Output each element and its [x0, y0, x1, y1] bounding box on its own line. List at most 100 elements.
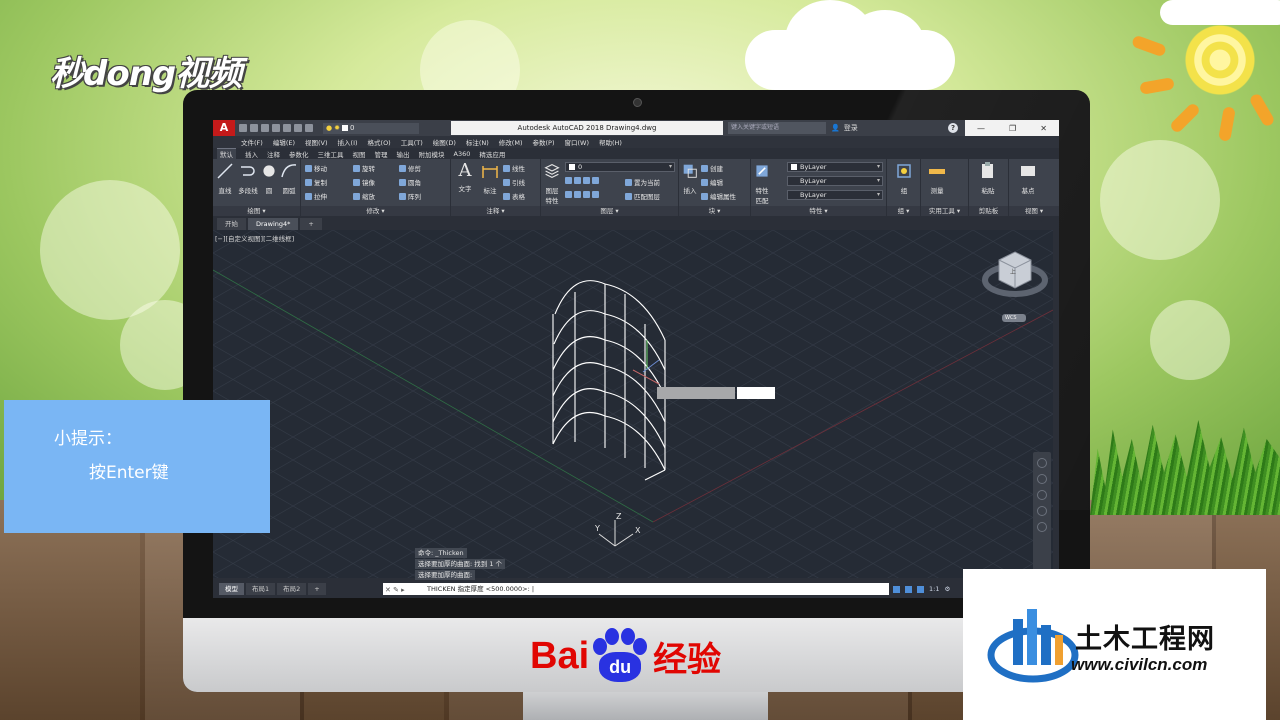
annotation-visibility-icon[interactable]: [905, 585, 912, 593]
menu-insert[interactable]: 插入(I): [338, 137, 358, 147]
base-tool[interactable]: 基点: [1017, 161, 1039, 195]
layer-off-icon[interactable]: [565, 177, 572, 184]
pan-icon[interactable]: [1037, 474, 1047, 484]
table-tool[interactable]: 表格: [503, 191, 525, 201]
draw-panel-label[interactable]: 绘图 ▾: [213, 206, 300, 216]
redo-icon[interactable]: [305, 124, 313, 132]
layer-lock-icon[interactable]: [592, 177, 599, 184]
menu-draw[interactable]: 绘图(D): [433, 137, 456, 147]
menu-dimension[interactable]: 标注(N): [466, 137, 489, 147]
dynamic-input-field[interactable]: [737, 387, 775, 399]
trim-tool[interactable]: 修剪: [399, 163, 421, 173]
line-tool[interactable]: 直线: [215, 161, 235, 195]
layer-properties-tool[interactable]: 图层特性: [544, 161, 560, 205]
saveas-icon[interactable]: [272, 124, 280, 132]
layer-unisolate-icon[interactable]: [565, 191, 572, 198]
set-current-tool[interactable]: 置为当前: [625, 177, 660, 187]
menu-modify[interactable]: 修改(M): [499, 137, 523, 147]
lineweight-dropdown[interactable]: ByLayer: [787, 190, 883, 200]
showmotion-icon[interactable]: [1037, 522, 1047, 532]
group-tool[interactable]: 组: [893, 161, 915, 195]
tab-annotate[interactable]: 注释: [267, 149, 280, 159]
minimize-button[interactable]: —: [977, 124, 985, 133]
arc-tool[interactable]: 圆弧: [279, 161, 299, 195]
linetype-dropdown[interactable]: ByLayer: [787, 176, 883, 186]
layer-freeze-icon[interactable]: [583, 177, 590, 184]
color-dropdown[interactable]: ByLayer: [787, 162, 883, 172]
properties-panel-label[interactable]: 特性 ▾: [751, 206, 886, 216]
mirror-tool[interactable]: 镜像: [353, 177, 375, 187]
leader-tool[interactable]: 引线: [503, 177, 525, 187]
utilities-panel-label[interactable]: 实用工具 ▾: [921, 206, 968, 216]
scale-tool[interactable]: 缩放: [353, 191, 375, 201]
tab-featured-apps[interactable]: 精选应用: [479, 149, 505, 159]
stretch-tool[interactable]: 拉伸: [305, 191, 327, 201]
drawing-tab[interactable]: Drawing4*: [248, 218, 299, 230]
viewport-controls-label[interactable]: [−][自定义视图][二维线框]: [215, 233, 294, 243]
close-button[interactable]: ✕: [1040, 124, 1047, 133]
scale-value[interactable]: 1:1: [929, 585, 939, 593]
menu-file[interactable]: 文件(F): [241, 137, 263, 147]
block-panel-label[interactable]: 块 ▾: [679, 206, 750, 216]
tab-manage[interactable]: 管理: [375, 149, 388, 159]
rotate-tool[interactable]: 旋转: [353, 163, 375, 173]
linear-tool[interactable]: 线性: [503, 163, 525, 173]
menu-parametric[interactable]: 参数(P): [532, 137, 554, 147]
edit-block-tool[interactable]: 编辑: [701, 177, 723, 187]
measure-tool[interactable]: 测量: [925, 161, 949, 195]
clipboard-panel-label[interactable]: 剪贴板: [969, 206, 1008, 216]
paste-tool[interactable]: 粘贴: [977, 161, 999, 195]
text-tool[interactable]: A 文字: [454, 161, 476, 194]
print-icon[interactable]: [283, 124, 291, 132]
tab-addins[interactable]: 附加模块: [419, 149, 445, 159]
menu-tools[interactable]: 工具(T): [401, 137, 423, 147]
tab-parametric[interactable]: 参数化: [289, 149, 309, 159]
layers-panel-label[interactable]: 图层 ▾: [541, 206, 678, 216]
layer-unlock-icon[interactable]: [583, 191, 590, 198]
model-tab[interactable]: 模型: [219, 583, 244, 595]
menu-view[interactable]: 视图(V): [305, 137, 328, 147]
annotation-panel-label[interactable]: 注释 ▾: [451, 206, 540, 216]
tab-3d-tools[interactable]: 三维工具: [318, 149, 344, 159]
save-icon[interactable]: [261, 124, 269, 132]
steering-wheel-icon[interactable]: [1037, 458, 1047, 468]
add-layout-button[interactable]: +: [308, 583, 326, 595]
layer-dropdown[interactable]: 0: [565, 162, 675, 172]
quick-layer-dropdown[interactable]: ● ✹ 0: [323, 122, 419, 134]
fillet-tool[interactable]: 圆角: [399, 177, 421, 187]
tab-default[interactable]: 默认: [217, 148, 236, 159]
auto-scale-icon[interactable]: [917, 585, 924, 593]
menu-help[interactable]: 帮助(H): [599, 137, 622, 147]
layout1-tab[interactable]: 布局1: [246, 583, 276, 595]
help-icon[interactable]: ?: [948, 123, 958, 133]
wcs-label[interactable]: WCS: [1005, 315, 1017, 321]
layer-isolate-icon[interactable]: [574, 177, 581, 184]
layout2-tab[interactable]: 布局2: [277, 583, 307, 595]
menu-edit[interactable]: 编辑(E): [273, 137, 295, 147]
modify-panel-label[interactable]: 修改 ▾: [301, 206, 450, 216]
login-button[interactable]: 👤 登录: [831, 121, 911, 135]
view-panel-label[interactable]: 视图 ▾: [1009, 206, 1059, 216]
open-icon[interactable]: [250, 124, 258, 132]
layer-walk-icon[interactable]: [592, 191, 599, 198]
match-properties-tool[interactable]: 特性匹配: [754, 161, 770, 205]
undo-icon[interactable]: [294, 124, 302, 132]
autocad-logo-button[interactable]: A: [213, 120, 235, 136]
drawing-viewport[interactable]: [−][自定义视图][二维线框] 上 WCS X Y Z: [213, 230, 1053, 578]
orbit-icon[interactable]: [1037, 506, 1047, 516]
annotation-scale-icon[interactable]: [893, 585, 900, 593]
move-tool[interactable]: 移动: [305, 163, 327, 173]
copy-tool[interactable]: 复制: [305, 177, 327, 187]
command-close-icon[interactable]: ✕ ✎ ▸: [385, 584, 405, 596]
search-input[interactable]: 键入关键字或短语: [728, 122, 826, 134]
insert-block-tool[interactable]: 插入: [681, 161, 699, 195]
edit-attributes-tool[interactable]: 编辑属性: [701, 191, 736, 201]
zoom-icon[interactable]: [1037, 490, 1047, 500]
new-tab-button[interactable]: +: [300, 218, 322, 230]
array-tool[interactable]: 阵列: [399, 191, 421, 201]
create-block-tool[interactable]: 创建: [701, 163, 723, 173]
start-tab[interactable]: 开始: [217, 218, 246, 230]
menu-format[interactable]: 格式(O): [368, 137, 391, 147]
dimension-tool[interactable]: 标注: [479, 161, 501, 195]
layer-thaw-icon[interactable]: [574, 191, 581, 198]
